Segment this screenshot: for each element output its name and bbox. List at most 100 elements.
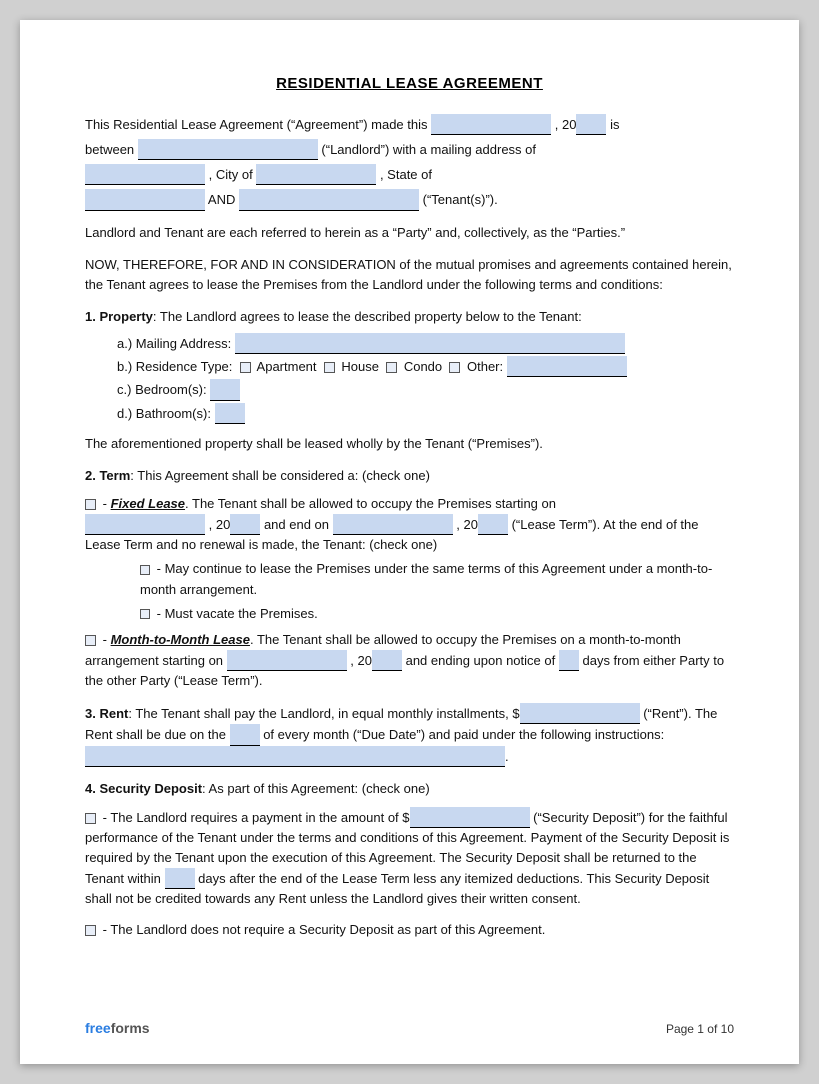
fixed-lease-checkbox[interactable] — [85, 499, 96, 510]
section-2-label: 2. Term — [85, 468, 130, 483]
intro-line4: AND (“Tenant(s)”). — [85, 189, 734, 210]
section-3-rent: 3. Rent: The Tenant shall pay the Landlo… — [85, 703, 734, 766]
freeforms-logo: freeforms — [85, 1020, 150, 1036]
intro-line2: between (“Landlord”) with a mailing addr… — [85, 139, 734, 160]
start-year-blank[interactable] — [230, 514, 260, 535]
page-number: Page 1 of 10 — [666, 1022, 734, 1036]
month-lease-checkbox[interactable] — [85, 635, 96, 646]
mailing-address-blank[interactable] — [235, 333, 625, 354]
property-closing: The aforementioned property shall be lea… — [85, 434, 734, 454]
other-checkbox[interactable] — [449, 362, 460, 373]
end-date-blank[interactable] — [333, 514, 453, 535]
continue-lease-checkbox[interactable] — [140, 565, 150, 575]
rent-block: 3. Rent: The Tenant shall pay the Landlo… — [85, 703, 734, 745]
section-4-security: 4. Security Deposit: As part of this Agr… — [85, 779, 734, 940]
item-d-text: Bathroom(s): — [136, 406, 211, 421]
security-option1: - The Landlord requires a payment in the… — [85, 807, 734, 910]
fixed-dash: - — [103, 496, 111, 511]
fixed-sub2: - Must vacate the Premises. — [140, 604, 734, 624]
section-1-text: : The Landlord agrees to lease the descr… — [153, 309, 582, 324]
bathrooms-blank[interactable] — [215, 403, 245, 424]
house-label: House — [341, 359, 379, 374]
item-a-text: Mailing Address: — [136, 336, 231, 351]
month-start-blank[interactable] — [227, 650, 347, 671]
payment-instructions-blank[interactable] — [85, 746, 505, 767]
fixed-text4: , 20 — [456, 517, 478, 532]
section-3-text1: : The Tenant shall pay the Landlord, in … — [128, 706, 519, 721]
house-checkbox[interactable] — [324, 362, 335, 373]
sub1-text: - May continue to lease the Premises und… — [140, 561, 712, 596]
intro-text-4a: AND — [208, 192, 235, 207]
section-3-label: 3. Rent — [85, 706, 128, 721]
year-blank[interactable] — [576, 114, 606, 135]
fixed-lease-label: Fixed Lease — [111, 496, 185, 511]
street-blank[interactable] — [85, 164, 205, 185]
apartment-checkbox[interactable] — [240, 362, 251, 373]
parties-paragraph: Landlord and Tenant are each referred to… — [85, 223, 734, 243]
vacate-checkbox[interactable] — [140, 609, 150, 619]
other-label: Other: — [467, 359, 503, 374]
logo-free: free — [85, 1020, 111, 1036]
security-amount-blank[interactable] — [410, 807, 530, 828]
document-title: RESIDENTIAL LEASE AGREEMENT — [85, 75, 734, 92]
section-2-text: : This Agreement shall be considered a: … — [130, 468, 430, 483]
month-text2: , 20 — [350, 653, 372, 668]
rent-instructions-row: . — [85, 746, 734, 767]
section-1-property: 1. Property: The Landlord agrees to leas… — [85, 307, 734, 454]
intro-text-2a: between — [85, 142, 134, 157]
property-item-b: b.) Residence Type: Apartment House Cond… — [117, 356, 734, 377]
security-option1-text1: - The Landlord requires a payment in the… — [103, 810, 410, 825]
fixed-lease-line2: , 20 and end on , 20 (“Lease Term”). At … — [85, 514, 734, 555]
end-year-blank[interactable] — [478, 514, 508, 535]
bedrooms-blank[interactable] — [210, 379, 240, 400]
condo-label: Condo — [404, 359, 442, 374]
no-security-checkbox[interactable] — [85, 925, 96, 936]
item-a-label: a.) — [117, 336, 132, 351]
sub2-text: - Must vacate the Premises. — [157, 606, 318, 621]
other-blank[interactable] — [507, 356, 627, 377]
apartment-label: Apartment — [257, 359, 317, 374]
fixed-lease-block: - Fixed Lease. The Tenant shall be allow… — [85, 494, 734, 624]
intro-text-1b: , 20 — [555, 117, 577, 132]
state-blank[interactable] — [85, 189, 205, 210]
security-option2-text: - The Landlord does not require a Securi… — [103, 922, 546, 937]
date-blank[interactable] — [431, 114, 551, 135]
item-c-label: c.) — [117, 382, 131, 397]
security-option2: - The Landlord does not require a Securi… — [85, 920, 734, 940]
month-year-blank[interactable] — [372, 650, 402, 671]
due-date-blank[interactable] — [230, 724, 260, 745]
intro-text-3b: , State of — [380, 167, 432, 182]
return-days-blank[interactable] — [165, 868, 195, 889]
month-lease-block: - Month-to-Month Lease. The Tenant shall… — [85, 630, 734, 691]
landlord-name-blank[interactable] — [138, 139, 318, 160]
section-2-title-row: 2. Term: This Agreement shall be conside… — [85, 466, 734, 486]
condo-checkbox[interactable] — [386, 362, 397, 373]
item-b-text: Residence Type: — [136, 359, 233, 374]
intro-line1: This Residential Lease Agreement (“Agree… — [85, 114, 734, 135]
intro-text-3a: , City of — [209, 167, 253, 182]
fixed-text1: . The Tenant shall be allowed to occupy … — [185, 496, 556, 511]
fixed-sub1: - May continue to lease the Premises und… — [140, 559, 734, 599]
intro-block: This Residential Lease Agreement (“Agree… — [85, 114, 734, 211]
property-item-d: d.) Bathroom(s): — [117, 403, 734, 424]
section-1-label: 1. Property — [85, 309, 153, 324]
property-item-c: c.) Bedroom(s): — [117, 379, 734, 400]
notice-days-blank[interactable] — [559, 650, 579, 671]
security-required-checkbox[interactable] — [85, 813, 96, 824]
section-4-text: : As part of this Agreement: (check one) — [202, 781, 430, 796]
city-blank[interactable] — [256, 164, 376, 185]
item-d-label: d.) — [117, 406, 132, 421]
document-page: RESIDENTIAL LEASE AGREEMENT This Residen… — [20, 20, 799, 1064]
intro-text-1a: This Residential Lease Agreement (“Agree… — [85, 117, 428, 132]
tenant-name-blank[interactable] — [239, 189, 419, 210]
start-date-blank[interactable] — [85, 514, 205, 535]
item-c-text: Bedroom(s): — [135, 382, 207, 397]
property-item-a: a.) Mailing Address: — [117, 333, 734, 354]
section-4-title-row: 4. Security Deposit: As part of this Agr… — [85, 779, 734, 799]
intro-text-2b: (“Landlord”) with a mailing address of — [321, 142, 536, 157]
intro-line3: , City of , State of — [85, 164, 734, 185]
month-lease-label: Month-to-Month Lease — [111, 632, 250, 647]
rent-amount-blank[interactable] — [520, 703, 640, 724]
section-3-text3: of every month (“Due Date”) and paid und… — [263, 727, 664, 742]
now-therefore-paragraph: NOW, THEREFORE, FOR AND IN CONSIDERATION… — [85, 255, 734, 295]
